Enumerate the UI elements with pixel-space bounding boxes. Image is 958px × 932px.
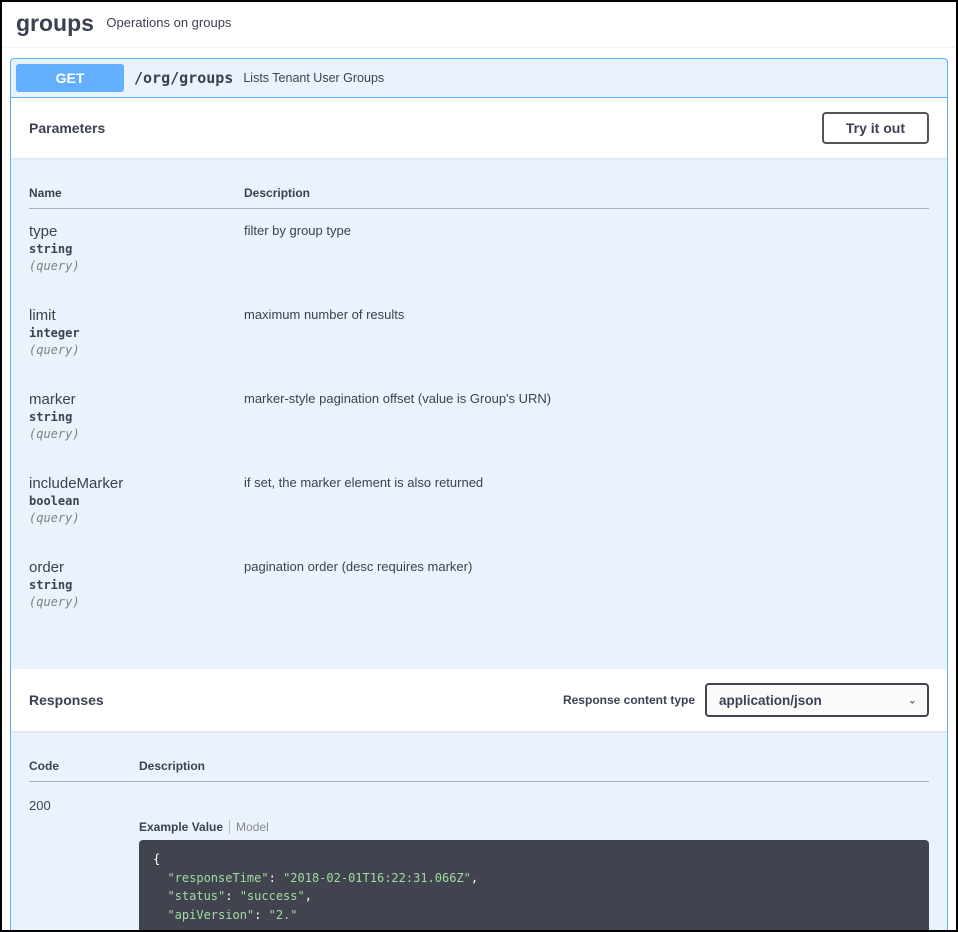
param-description: if set, the marker element is also retur… <box>244 461 929 545</box>
tab-model[interactable]: Model <box>230 820 269 834</box>
parameter-row: marker string (query)marker-style paginati… <box>29 377 929 461</box>
param-description: filter by group type <box>244 209 929 294</box>
operation-block: GET /org/groups Lists Tenant User Groups… <box>10 58 948 932</box>
responses-table: Code Description 200 Example ValueModel … <box>11 731 947 932</box>
param-in: (query) <box>29 595 244 609</box>
http-method-badge: GET <box>16 64 124 92</box>
param-type: string <box>29 578 244 592</box>
operation-summary: Lists Tenant User Groups <box>243 71 384 85</box>
operation-summary-bar[interactable]: GET /org/groups Lists Tenant User Groups <box>11 59 947 98</box>
parameter-row: type string (query)filter by group type <box>29 209 929 294</box>
param-name: includeMarker <box>29 475 244 492</box>
tag-header[interactable]: groups Operations on groups <box>2 2 956 48</box>
response-code: 200 <box>29 782 139 932</box>
parameters-header: Parameters Try it out <box>11 98 947 158</box>
content-type-label: Response content type <box>563 693 695 707</box>
parameter-row: order string (query)pagination order (desc… <box>29 545 929 629</box>
param-name: order <box>29 559 244 576</box>
responses-title: Responses <box>29 692 104 708</box>
param-type: integer <box>29 326 244 340</box>
tag-description: Operations on groups <box>106 15 231 30</box>
content-type-dropdown[interactable]: application/json <box>707 685 927 715</box>
col-header-name: Name <box>29 176 244 209</box>
parameter-row: limit integer (query)maximum number of res… <box>29 293 929 377</box>
param-name: limit <box>29 307 244 324</box>
param-name: type <box>29 223 244 240</box>
try-it-out-button[interactable]: Try it out <box>822 112 929 144</box>
param-in: (query) <box>29 259 244 273</box>
param-name: marker <box>29 391 244 408</box>
param-type: boolean <box>29 494 244 508</box>
param-type: string <box>29 242 244 256</box>
param-type: string <box>29 410 244 424</box>
param-description: marker-style pagination offset (value is… <box>244 377 929 461</box>
responses-header: Responses Response content type applicat… <box>11 669 947 731</box>
example-json[interactable]: { "responseTime": "2018-02-01T16:22:31.0… <box>139 840 929 932</box>
example-tabs: Example ValueModel <box>139 820 929 834</box>
col-header-rdesc: Description <box>139 749 929 782</box>
param-in: (query) <box>29 343 244 357</box>
param-description: maximum number of results <box>244 293 929 377</box>
tab-example-value[interactable]: Example Value <box>139 820 230 834</box>
tag-name: groups <box>16 10 94 37</box>
parameters-table: Name Description typestring(query)filter… <box>11 158 947 669</box>
col-header-code: Code <box>29 749 139 782</box>
content-type-select[interactable]: application/json ⌄ <box>705 683 929 717</box>
parameters-title: Parameters <box>29 120 105 136</box>
parameter-row: includeMarker boolean (query)if set, the m… <box>29 461 929 545</box>
param-in: (query) <box>29 427 244 441</box>
endpoint-path: /org/groups <box>124 69 243 87</box>
param-in: (query) <box>29 511 244 525</box>
param-description: pagination order (desc requires marker) <box>244 545 929 629</box>
col-header-description: Description <box>244 176 929 209</box>
